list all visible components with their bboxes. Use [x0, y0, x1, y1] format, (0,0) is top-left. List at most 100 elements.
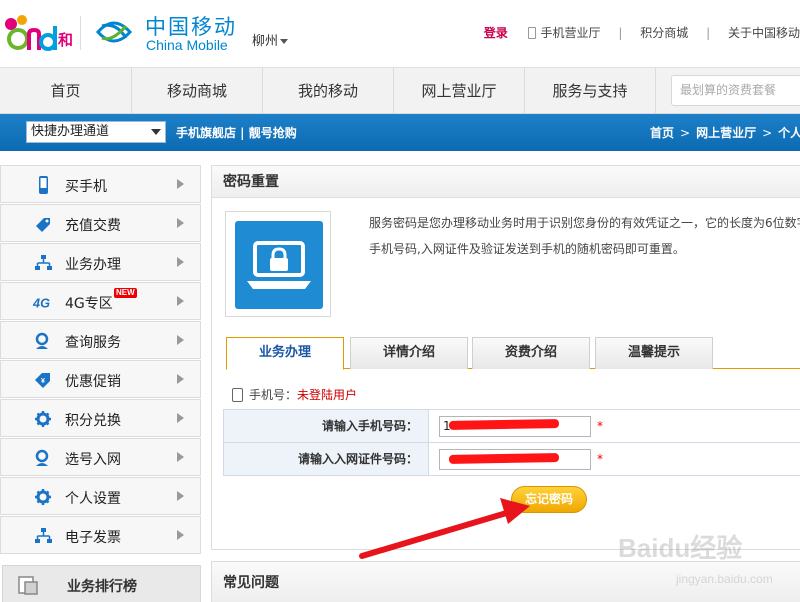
- tab-fees[interactable]: 资费介绍: [472, 337, 590, 369]
- sidebar-item-recharge[interactable]: 充值交费: [0, 204, 201, 242]
- chevron-right-icon: [177, 374, 184, 384]
- ranking-box[interactable]: 业务排行榜: [2, 565, 201, 602]
- sidebar-item-query[interactable]: 查询服务: [0, 321, 201, 359]
- site-header: 和 中国移动 China Mobile 柳州 登录 手机营业厅 | 积分商城 |…: [0, 0, 800, 67]
- top-link-mobile-hall[interactable]: 手机营业厅: [541, 24, 601, 41]
- top-link-points-mall[interactable]: 积分商城: [640, 24, 688, 41]
- sidebar-item-promotions[interactable]: ¥ 优惠促销: [0, 360, 201, 398]
- svg-text:4G: 4G: [33, 295, 50, 310]
- sidebar-item-settings[interactable]: 个人设置: [0, 477, 201, 515]
- tab-details[interactable]: 详情介绍: [350, 337, 468, 369]
- watermark-text: Baidu经验: [618, 533, 743, 563]
- tab-business[interactable]: 业务办理: [226, 337, 344, 370]
- tab-tips[interactable]: 温馨提示: [595, 337, 713, 369]
- breadcrumb: 首页>网上营业厅>个人设: [650, 124, 800, 141]
- sidebar-item-label: 4G专区: [65, 296, 113, 312]
- breadcrumb-online-hall[interactable]: 网上营业厅: [696, 126, 756, 140]
- brand-name-en: China Mobile: [146, 37, 228, 53]
- sidebar-item-label: 优惠促销: [65, 374, 121, 390]
- chevron-right-icon: [177, 530, 184, 540]
- svg-text:和: 和: [58, 31, 72, 49]
- mobile-phone-icon: [232, 388, 243, 402]
- sidebar-item-label: 买手机: [65, 179, 107, 195]
- new-badge: NEW: [114, 288, 137, 298]
- watermark-url: jingyan.baidu.com: [676, 572, 773, 586]
- ranking-icon: [18, 576, 38, 595]
- top-links: 登录 手机营业厅 | 积分商城 | 关于中国移动: [484, 24, 800, 41]
- nav-item-mall[interactable]: 移动商城: [132, 68, 263, 114]
- search-input[interactable]: 最划算的资费套餐: [671, 75, 800, 106]
- promo-links[interactable]: 手机旗舰店 | 靓号抢购: [176, 124, 297, 141]
- redaction-mark: [448, 453, 560, 464]
- login-link[interactable]: 登录: [484, 24, 508, 41]
- sidebar-item-label: 充值交费: [65, 218, 121, 234]
- org-tree-icon: [35, 528, 52, 543]
- lock-illustration: [225, 211, 331, 317]
- chevron-right-icon: [177, 257, 184, 267]
- quick-channel-select[interactable]: 快捷办理通道: [26, 121, 166, 143]
- chevron-right-icon: [177, 413, 184, 423]
- sidebar-item-label: 选号入网: [65, 452, 121, 468]
- nav-item-home[interactable]: 首页: [0, 68, 132, 114]
- mobile-phone-icon: [527, 27, 536, 39]
- svg-text:¥: ¥: [41, 378, 45, 385]
- sidebar-item-e-invoice[interactable]: 电子发票: [0, 516, 201, 554]
- tab-bar: 业务办理 详情介绍 资费介绍 温馨提示: [226, 336, 800, 370]
- top-link-about[interactable]: 关于中国移动: [728, 24, 800, 41]
- description-line-2: 手机号码,入网证件及验证发送到手机的随机密码即可重置。: [369, 242, 685, 256]
- id-row: 请输入入网证件号码： *: [223, 442, 800, 476]
- forgot-password-button[interactable]: 忘记密码: [511, 486, 587, 513]
- sidebar-item-label: 业务办理: [65, 257, 121, 273]
- city-label: 柳州: [252, 34, 279, 49]
- city-selector[interactable]: 柳州: [252, 30, 289, 49]
- nav-item-my-mobile[interactable]: 我的移动: [263, 68, 394, 114]
- quick-bar: 快捷办理通道 手机旗舰店 | 靓号抢购 首页>网上营业厅>个人设: [0, 114, 800, 151]
- quick-channel-value: 快捷办理通道: [31, 124, 110, 139]
- chevron-right-icon: [177, 179, 184, 189]
- nav-item-service[interactable]: 服务与支持: [525, 68, 656, 114]
- laptop-lock-icon: [247, 241, 311, 289]
- gear-icon: [35, 411, 51, 427]
- org-tree-icon: [35, 255, 52, 270]
- chevron-right-icon: [177, 296, 184, 306]
- recharge-tag-icon: [36, 218, 50, 232]
- chevron-right-icon: [177, 491, 184, 501]
- nav-item-online-hall[interactable]: 网上营业厅: [394, 68, 525, 114]
- phone-field-label: 请输入手机号码：: [224, 410, 429, 442]
- and-logo[interactable]: 和: [2, 12, 73, 54]
- sidebar-item-buy-phone[interactable]: 买手机: [0, 165, 201, 203]
- china-mobile-logo-icon[interactable]: [94, 12, 134, 52]
- price-tag-icon: ¥: [35, 373, 50, 388]
- sidebar-item-select-number[interactable]: 选号入网: [0, 438, 201, 476]
- mobile-phone-icon: [39, 176, 48, 194]
- description: 服务密码是您办理移动业务时用于识别您身份的有效凭证之一，它的长度为6位数字 手机…: [369, 210, 800, 262]
- login-status: 未登陆用户: [297, 388, 358, 402]
- logo-divider: [80, 16, 81, 50]
- sidebar-item-label: 积分兑换: [65, 413, 121, 429]
- link-divider: |: [618, 26, 623, 40]
- chevron-down-icon: [280, 39, 289, 44]
- link-divider: |: [706, 26, 711, 40]
- chevron-right-icon: [177, 452, 184, 462]
- gear-icon: [35, 489, 51, 505]
- sidebar-item-points[interactable]: 积分兑换: [0, 399, 201, 437]
- main-nav: 首页 移动商城 我的移动 网上营业厅 服务与支持 最划算的资费套餐: [0, 67, 800, 114]
- chevron-right-icon: [177, 218, 184, 228]
- required-mark: *: [597, 452, 603, 466]
- sidebar-item-business[interactable]: 业务办理: [0, 243, 201, 281]
- magnifier-icon: [35, 449, 49, 466]
- breadcrumb-home[interactable]: 首页: [650, 126, 674, 140]
- chevron-down-icon: [151, 129, 161, 135]
- id-field-label: 请输入入网证件号码：: [224, 443, 429, 475]
- phone-label: 手机号：: [249, 388, 298, 402]
- 4g-icon: 4G: [33, 295, 50, 310]
- sidebar-item-label: 个人设置: [65, 491, 121, 507]
- panel-title: 密码重置: [212, 166, 800, 198]
- baidu-watermark: Baidu经验 jingyan.baidu.com: [600, 520, 800, 600]
- chevron-right-icon: [177, 335, 184, 345]
- phone-row: 请输入手机号码： 1 *: [223, 409, 800, 443]
- breadcrumb-current[interactable]: 个人设: [778, 126, 800, 140]
- description-line-1: 服务密码是您办理移动业务时用于识别您身份的有效凭证之一，它的长度为6位数字: [369, 216, 800, 230]
- sidebar-item-4g[interactable]: 4G 4G专区 NEW: [0, 282, 201, 320]
- password-reset-panel: 密码重置 服务密码是您办理移动业务时用于识别您身份的有效凭证之一，它的长度为6位…: [211, 165, 800, 550]
